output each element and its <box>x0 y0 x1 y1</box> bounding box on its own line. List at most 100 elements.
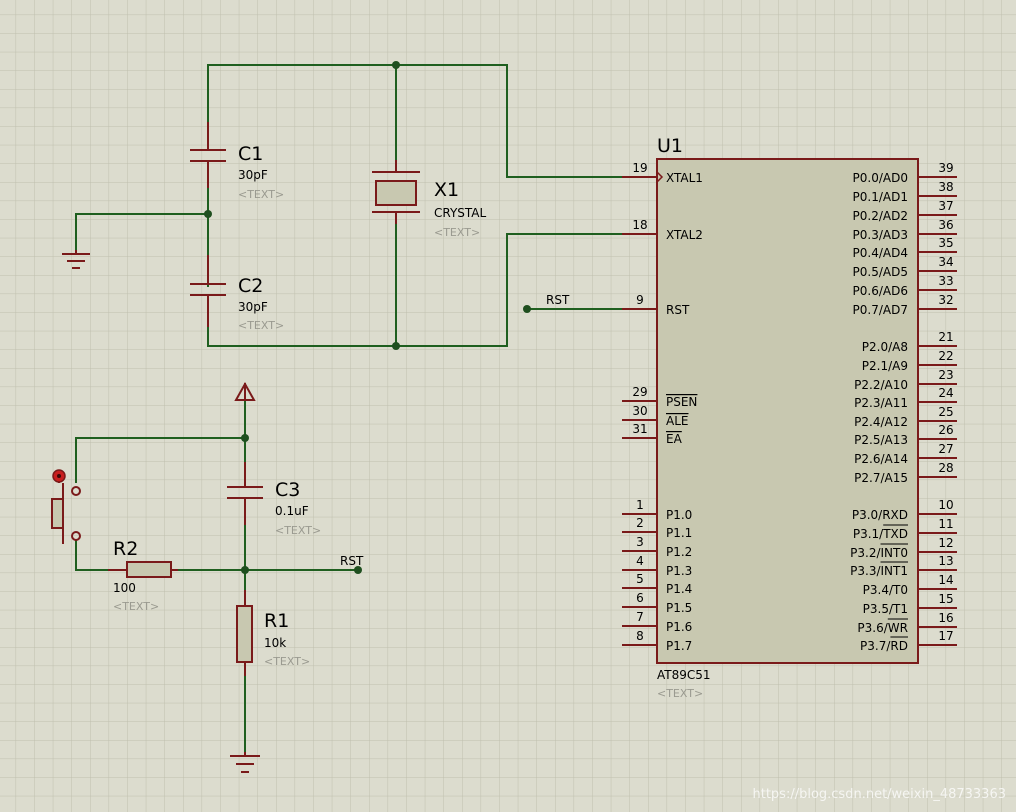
c3-ref: C3 <box>275 479 300 501</box>
pin-number: 5 <box>636 572 644 586</box>
pin-number: 22 <box>938 349 953 363</box>
pin-name: P2.2/A10 <box>854 378 908 392</box>
u1-ref: U1 <box>657 135 683 157</box>
pin-name: PSEN <box>666 395 697 409</box>
pin-name: P2.0/A8 <box>862 340 908 354</box>
pin-name: P3.0/RXD <box>852 508 908 522</box>
c1-text: <TEXT> <box>238 188 284 201</box>
u1-text: <TEXT> <box>657 687 703 700</box>
c2-text: <TEXT> <box>238 319 284 332</box>
r2-ref: R2 <box>113 538 138 560</box>
pin-name: XTAL2 <box>666 228 703 242</box>
pin-number: 11 <box>938 517 953 531</box>
pin-number: 1 <box>636 498 644 512</box>
pin-name: P1.0 <box>666 508 692 522</box>
x1-value: CRYSTAL <box>434 206 487 220</box>
u1-part: AT89C51 <box>657 668 711 682</box>
pin-number: 17 <box>938 629 953 643</box>
pin-name: RST <box>666 303 690 317</box>
junction-dot <box>241 566 249 574</box>
pin-name: P3.3/INT1 <box>850 564 908 578</box>
pin-name: ALE <box>666 414 688 428</box>
pin-number: 26 <box>938 423 953 437</box>
pin-number: 34 <box>938 255 953 269</box>
pin-number: 2 <box>636 516 644 530</box>
pin-number: 35 <box>938 236 953 250</box>
c3-value: 0.1uF <box>275 504 309 518</box>
junction-dot <box>392 61 400 69</box>
pin-number: 16 <box>938 611 953 625</box>
pin-number: 12 <box>938 536 953 550</box>
c3-text: <TEXT> <box>275 524 321 537</box>
pin-name: P1.3 <box>666 564 692 578</box>
pin-name: P2.5/A13 <box>854 433 908 447</box>
pin-name: P3.5/T1 <box>863 602 908 616</box>
pin-number: 21 <box>938 330 953 344</box>
pin-number: 33 <box>938 274 953 288</box>
pin-name: EA <box>666 432 683 446</box>
r1-value: 10k <box>264 636 286 650</box>
junction-dot <box>204 210 212 218</box>
pin-name: P2.3/A11 <box>854 396 908 410</box>
pin-name: P3.2/INT0 <box>850 546 908 560</box>
pin-number: 25 <box>938 405 953 419</box>
x1-text: <TEXT> <box>434 226 480 239</box>
pin-number: 6 <box>636 591 644 605</box>
pin-name: P1.7 <box>666 639 692 653</box>
pin-name: P2.1/A9 <box>862 359 908 373</box>
c1-ref: C1 <box>238 143 263 165</box>
pin-number: 28 <box>938 461 953 475</box>
pin-number: 18 <box>632 218 647 232</box>
pin-number: 3 <box>636 535 644 549</box>
pin-name: P0.1/AD1 <box>853 190 908 204</box>
pin-name: P0.4/AD4 <box>853 246 908 260</box>
pin-name: XTAL1 <box>666 171 703 185</box>
pin-name: P1.4 <box>666 582 692 596</box>
pin-name: P0.5/AD5 <box>853 265 908 279</box>
x1-ref: X1 <box>434 179 459 201</box>
pin-number: 8 <box>636 629 644 643</box>
pin-name: P2.4/A12 <box>854 415 908 429</box>
pin-name: P2.6/A14 <box>854 452 908 466</box>
rst-label-top: RST <box>546 293 570 307</box>
chip-u1[interactable]: U1 AT89C51 <TEXT> 19XTAL118XTAL29RST29PS… <box>622 135 957 700</box>
pin-number: 24 <box>938 386 953 400</box>
rst-terminal-top[interactable] <box>523 305 531 313</box>
pin-number: 9 <box>636 293 644 307</box>
schematic-canvas[interactable]: C1 30pF <TEXT> C2 30pF <TEXT> X1 CRYSTAL… <box>0 0 1016 812</box>
pin-number: 13 <box>938 554 953 568</box>
pin-number: 4 <box>636 554 644 568</box>
pin-name: P3.4/T0 <box>863 583 908 597</box>
c1-value: 30pF <box>238 168 268 182</box>
pin-name: P0.2/AD2 <box>853 209 908 223</box>
pin-number: 7 <box>636 610 644 624</box>
pin-number: 31 <box>632 422 647 436</box>
pin-number: 29 <box>632 385 647 399</box>
pin-number: 32 <box>938 293 953 307</box>
pin-name: P1.5 <box>666 601 692 615</box>
pin-name: P0.0/AD0 <box>853 171 908 185</box>
pin-number: 30 <box>632 404 647 418</box>
pin-number: 38 <box>938 180 953 194</box>
pin-name: P3.1/TXD <box>853 527 908 541</box>
pin-name: P0.3/AD3 <box>853 228 908 242</box>
watermark: https://blog.csdn.net/weixin_48733363 <box>752 787 1006 802</box>
rst-label-bottom: RST <box>340 554 364 568</box>
r2-text: <TEXT> <box>113 600 159 613</box>
c2-value: 30pF <box>238 300 268 314</box>
junction-dot <box>392 342 400 350</box>
pin-number: 39 <box>938 161 953 175</box>
pin-name: P3.7/RD <box>860 639 908 653</box>
r1-ref: R1 <box>264 610 289 632</box>
pin-name: P3.6/WR <box>857 621 908 635</box>
pin-number: 27 <box>938 442 953 456</box>
junction-dot <box>241 434 249 442</box>
pin-name: P1.2 <box>666 545 692 559</box>
pin-name: P0.6/AD6 <box>853 284 908 298</box>
pin-number: 10 <box>938 498 953 512</box>
pin-number: 23 <box>938 368 953 382</box>
r1-text: <TEXT> <box>264 655 310 668</box>
r2-value: 100 <box>113 581 136 595</box>
pin-number: 37 <box>938 199 953 213</box>
pin-name: P0.7/AD7 <box>853 303 908 317</box>
